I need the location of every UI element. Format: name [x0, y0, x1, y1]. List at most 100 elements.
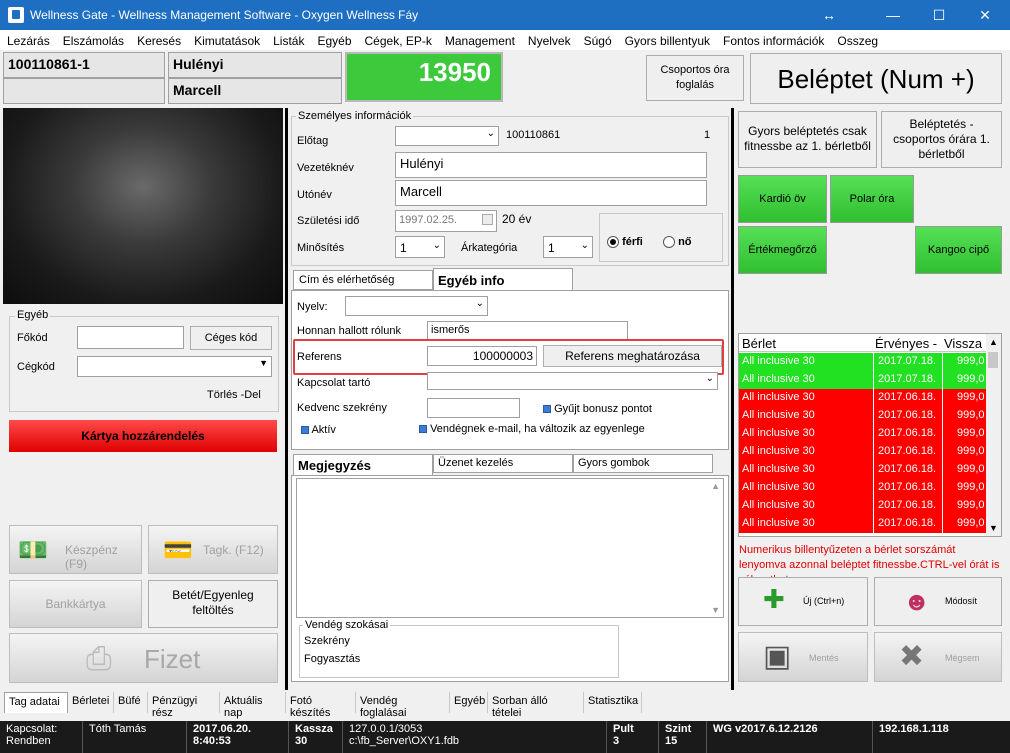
szuletesi-input[interactable]: 1997.02.25.: [395, 210, 497, 232]
deposit-button[interactable]: Betét/Egyenleg feltöltés: [148, 580, 278, 628]
cancel-button[interactable]: ✖ Mégsem: [874, 632, 1002, 682]
menu-item[interactable]: Cégek, EP-k: [358, 30, 438, 48]
referens-input[interactable]: 100000003: [427, 346, 537, 366]
group-booking-button[interactable]: Csoportos óra foglalás: [646, 55, 744, 101]
utonev-input[interactable]: Marcell: [395, 180, 707, 206]
bottom-tab[interactable]: Tag adatai: [4, 692, 68, 713]
elotag-combo[interactable]: ⌄: [395, 126, 499, 146]
honnan-input[interactable]: ismerős: [427, 321, 628, 340]
cash-button[interactable]: 💵 Készpénz (F9): [9, 525, 142, 574]
pay-button[interactable]: ⎙ Fizet: [9, 633, 278, 683]
calendar-icon[interactable]: [482, 214, 493, 225]
checkbox-checked-icon[interactable]: [543, 405, 551, 414]
pass-row[interactable]: All inclusive 30 2017.06.18. 999,0: [739, 515, 987, 533]
save-button[interactable]: ▣ Mentés: [738, 632, 868, 682]
aktiv-checkbox[interactable]: Aktív: [301, 424, 336, 436]
ceges-kod-button[interactable]: Céges kód: [190, 326, 272, 350]
pass-row[interactable]: All inclusive 30 2017.07.18. 999,0: [739, 371, 987, 389]
card-assign-button[interactable]: Kártya hozzárendelés: [9, 420, 277, 452]
pass-row[interactable]: All inclusive 30 2017.07.18. 999,0: [739, 353, 987, 371]
bottom-tab[interactable]: Vendég foglalásai: [356, 692, 450, 719]
minimize-button[interactable]: —: [870, 0, 916, 30]
col-vissza[interactable]: Vissza: [944, 336, 982, 351]
arkategoria-combo[interactable]: 1 ⌄: [543, 236, 593, 258]
scroll-thumb[interactable]: [988, 352, 998, 368]
pass-row[interactable]: All inclusive 30 2017.06.18. 999,0: [739, 443, 987, 461]
notes-textarea[interactable]: ▲ ▼: [296, 478, 724, 618]
email-notify-checkbox[interactable]: Vendégnek e-mail, ha változik az egyenle…: [419, 423, 645, 435]
menu-item[interactable]: Fontos információk: [716, 30, 830, 48]
polar-button[interactable]: Polar óra: [830, 175, 914, 223]
pass-row[interactable]: All inclusive 30 2017.06.18. 999,0: [739, 461, 987, 479]
fokod-input[interactable]: [77, 326, 184, 349]
gender-male[interactable]: férfi: [607, 236, 643, 249]
fast-fitness-button[interactable]: Gyors beléptetés csak fitnessbe az 1. bé…: [738, 111, 877, 168]
checkbox-checked-icon[interactable]: [419, 425, 427, 434]
menu-item[interactable]: Elszámolás: [56, 30, 130, 48]
bottom-tab[interactable]: Fotó készítés: [286, 692, 356, 719]
menu-item[interactable]: Kimutatások: [187, 30, 266, 48]
pass-row[interactable]: All inclusive 30 2017.06.18. 999,0: [739, 407, 987, 425]
kedvenc-input[interactable]: [427, 398, 520, 418]
kapcsolat-combo[interactable]: ⌄: [427, 372, 718, 390]
menu-bar: Lezárás Elszámolás Keresés Kimutatások Listá…: [0, 30, 1010, 50]
minosites-combo[interactable]: 1 ⌄: [395, 236, 445, 258]
checkbox-checked-icon[interactable]: [301, 426, 309, 435]
menu-item[interactable]: Nyelvek: [521, 30, 577, 48]
tab-messages[interactable]: Üzenet kezelés: [433, 454, 573, 473]
menu-item[interactable]: Súgó: [577, 30, 618, 48]
menu-item[interactable]: Keresés: [130, 30, 187, 48]
vezeteknev-input[interactable]: Hulényi: [395, 152, 707, 178]
pass-row[interactable]: All inclusive 30 2017.06.18. 999,0: [739, 479, 987, 497]
szuletesi-value: 1997.02.25.: [399, 214, 458, 226]
cegkod-combo[interactable]: ▼: [77, 356, 272, 377]
ertekmegorzo-button[interactable]: Értékmegőrző: [738, 226, 827, 274]
close-button[interactable]: ✕: [962, 0, 1008, 30]
tab-other-info[interactable]: Egyéb info: [433, 268, 573, 290]
col-berlet[interactable]: Bérlet: [742, 336, 776, 351]
bottom-tab[interactable]: Statisztika: [584, 692, 642, 713]
bottom-tab[interactable]: Egyéb: [450, 692, 488, 713]
menu-item[interactable]: Listák: [266, 30, 310, 48]
pass-row[interactable]: All inclusive 30 2017.06.18. 999,0: [739, 425, 987, 443]
kangoo-button[interactable]: Kangoo cipő: [915, 226, 1002, 274]
bankcard-button[interactable]: Bankkártya: [9, 580, 142, 628]
col-ervenyes[interactable]: Érvényes -: [875, 336, 937, 351]
bottom-tab[interactable]: Sorban álló tételei: [488, 692, 584, 719]
menu-item[interactable]: Management: [438, 30, 521, 48]
status-time: 8:40:53: [193, 735, 231, 747]
maximize-button[interactable]: ☐: [916, 0, 962, 30]
referens-button[interactable]: Referens meghatározása: [543, 345, 722, 367]
nyelv-combo[interactable]: ⌄: [345, 296, 488, 316]
tagk-button[interactable]: 💳 Tagk. (F12): [148, 525, 278, 574]
scroll-down-icon[interactable]: ▼: [989, 523, 998, 533]
bottom-tab[interactable]: Büfé: [114, 692, 148, 713]
menu-item[interactable]: Egyéb: [310, 30, 357, 48]
scroll-up-icon[interactable]: ▲: [711, 481, 720, 491]
tab-address[interactable]: Cím és elérhetőség: [293, 270, 433, 290]
kardio-button[interactable]: Kardió öv: [738, 175, 827, 223]
menu-item[interactable]: Gyors billentyuk: [618, 30, 716, 48]
menu-item[interactable]: Lezárás: [0, 30, 56, 48]
tab-quick-buttons[interactable]: Gyors gombok: [573, 454, 713, 473]
edit-button[interactable]: ☻ Módosít: [874, 577, 1002, 626]
radio-selected-icon[interactable]: [607, 236, 619, 249]
checkin-button[interactable]: Beléptet (Num +): [750, 53, 1002, 104]
pass-row[interactable]: All inclusive 30 2017.06.18. 999,0: [739, 497, 987, 515]
new-button[interactable]: ✚ Új (Ctrl+n): [738, 577, 868, 626]
scroll-down-icon[interactable]: ▼: [711, 605, 720, 615]
radio-empty-icon[interactable]: [663, 236, 675, 249]
tab-notes[interactable]: Megjegyzés: [293, 454, 433, 476]
bonus-checkbox[interactable]: Gyűjt bonusz pontot: [543, 403, 652, 415]
bottom-tab[interactable]: Bérletei: [68, 692, 114, 713]
scroll-up-icon[interactable]: ▲: [989, 337, 998, 347]
fast-group-button[interactable]: Beléptetés - csoportos órára 1. bérletbő…: [881, 111, 1002, 168]
bottom-tab[interactable]: Aktuális nap: [220, 692, 286, 719]
bottom-tab[interactable]: Pénzügyi rész: [148, 692, 220, 719]
torles-label[interactable]: Törlés -Del: [207, 389, 261, 401]
pass-row[interactable]: All inclusive 30 2017.06.18. 999,0: [739, 389, 987, 407]
menu-item[interactable]: Osszeg: [830, 30, 884, 48]
gender-female[interactable]: nő: [663, 236, 692, 249]
passes-scrollbar[interactable]: ▲ ▼: [986, 334, 1001, 536]
restore-arrows-icon[interactable]: ↔: [806, 0, 852, 30]
